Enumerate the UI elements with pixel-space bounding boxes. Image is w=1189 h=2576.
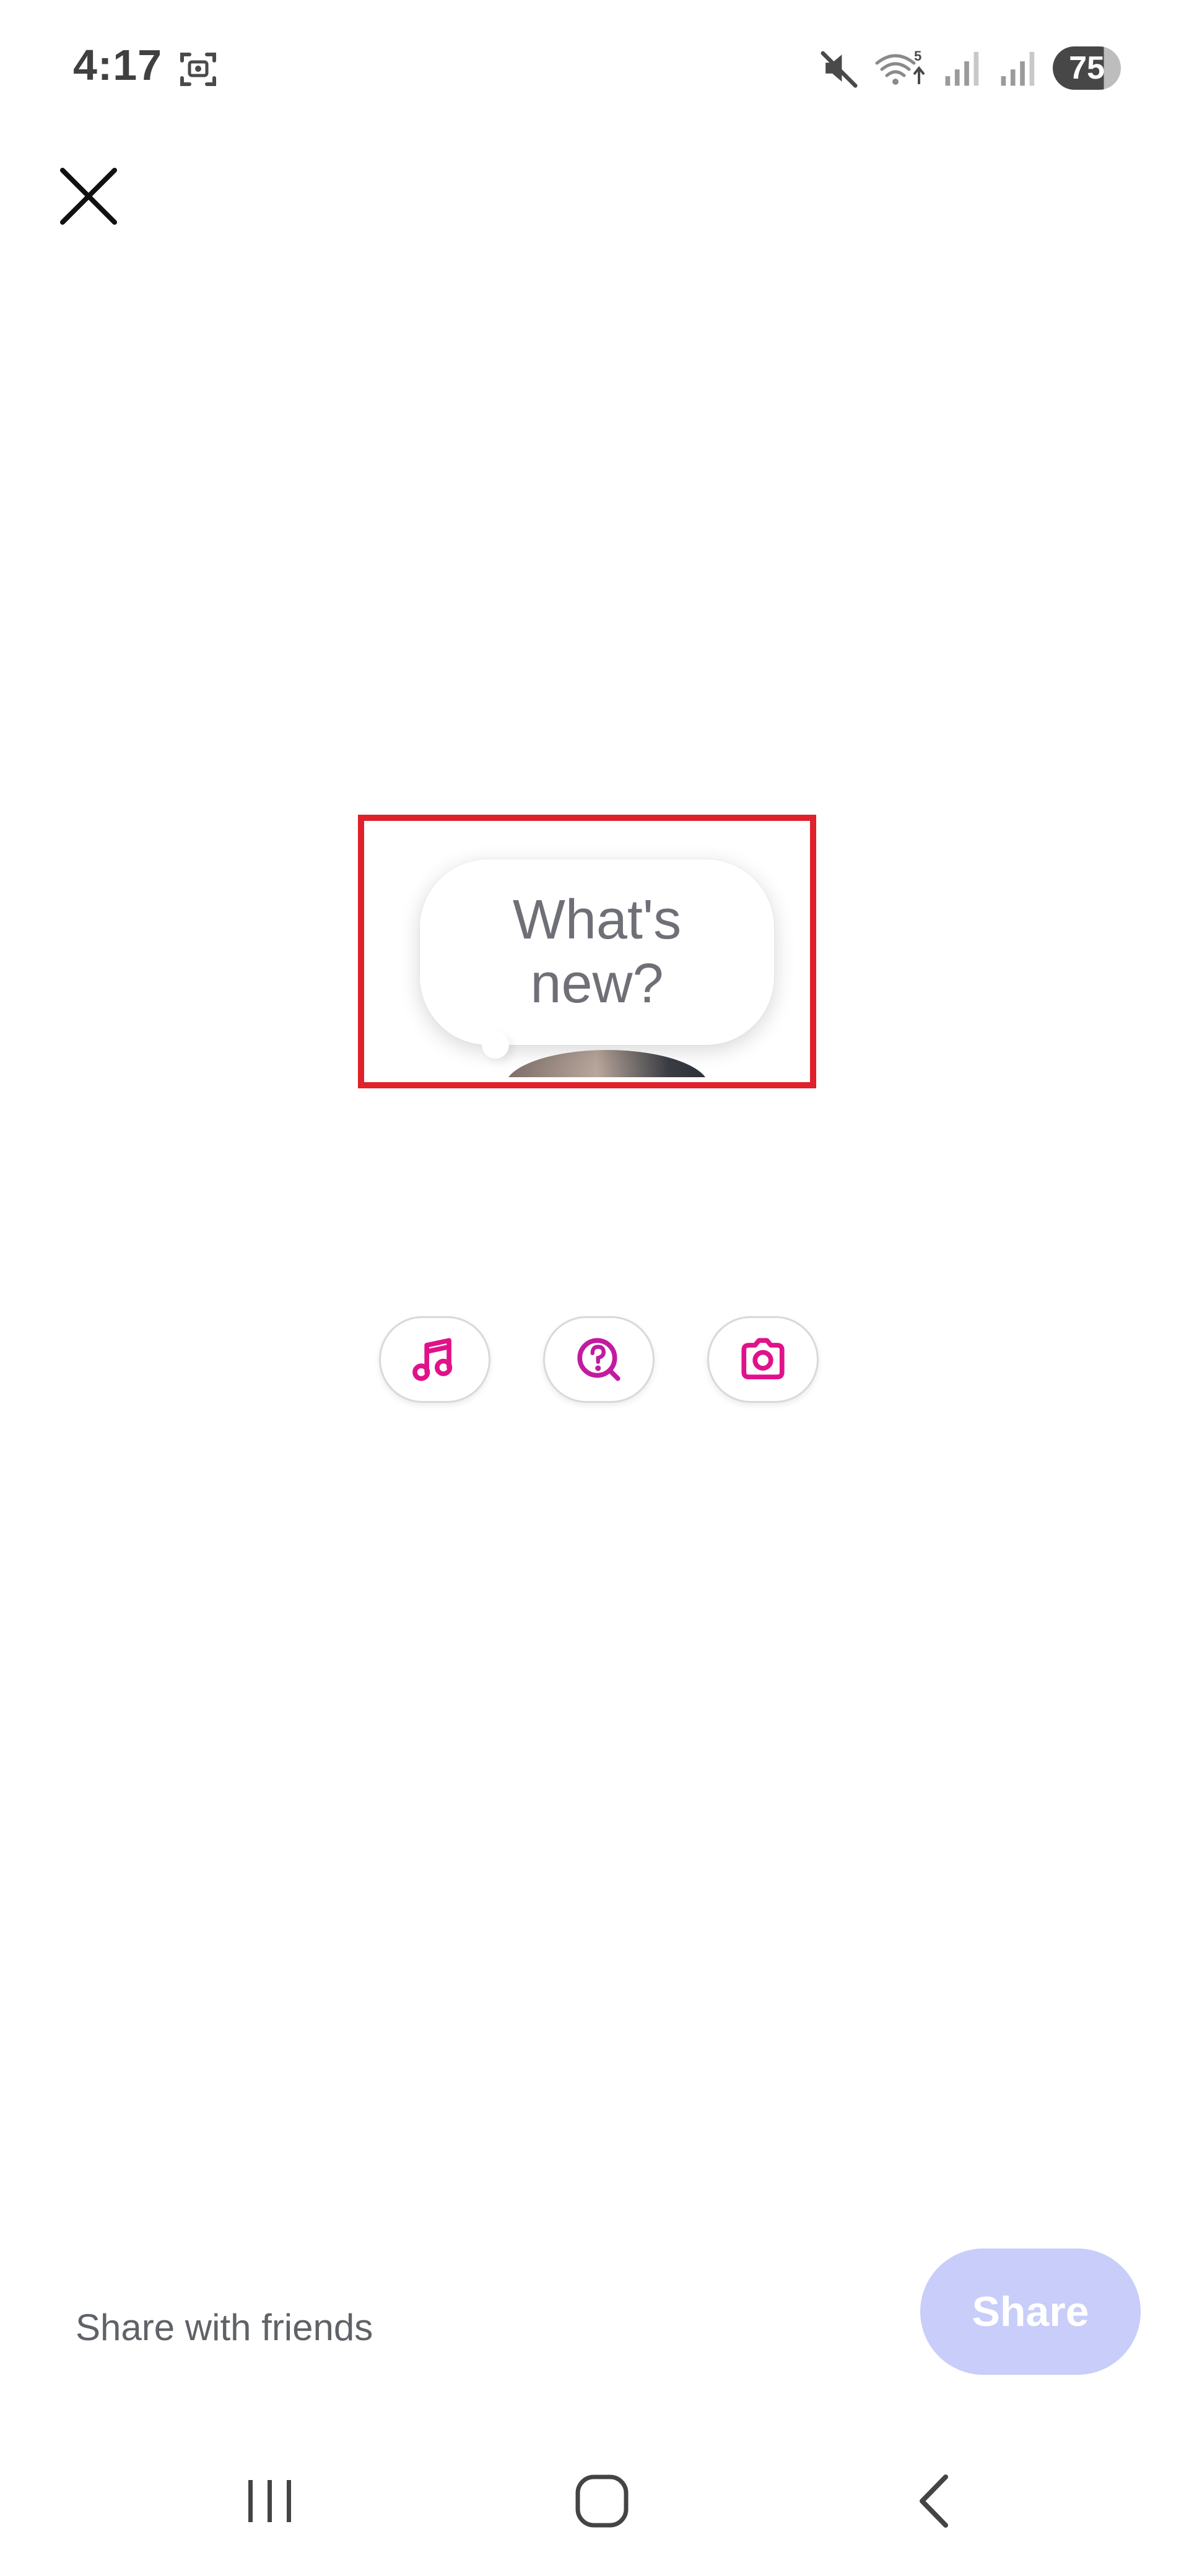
back-icon (920, 2474, 948, 2528)
mute-icon (821, 51, 858, 88)
ask-question-button[interactable] (543, 1316, 655, 1403)
add-photo-button[interactable] (707, 1316, 819, 1403)
camera-icon (741, 1338, 785, 1380)
share-button[interactable]: Share (920, 2249, 1141, 2375)
close-button[interactable] (54, 162, 123, 230)
home-button[interactable] (546, 2452, 658, 2551)
audience-selector[interactable]: Share with friends (76, 2306, 373, 2349)
add-music-button[interactable] (379, 1316, 490, 1403)
back-button[interactable] (878, 2452, 990, 2551)
system-navigation-bar (0, 2452, 1189, 2551)
wifi-icon: 5 (875, 48, 925, 85)
post-actions (379, 1316, 819, 1409)
question-bubble-icon (577, 1338, 621, 1381)
music-note-icon (412, 1338, 453, 1381)
recents-button[interactable] (214, 2452, 326, 2551)
close-icon (60, 168, 117, 225)
battery-indicator: 75 (1053, 46, 1121, 90)
home-icon (575, 2474, 629, 2528)
status-time: 4:17 (73, 41, 163, 89)
signal-icon (1001, 51, 1035, 86)
whats-new-placeholder: What's new? (512, 888, 682, 1015)
recents-icon (248, 2480, 291, 2522)
signal-icon (945, 51, 979, 86)
screen: 4:17 5 75 What's new? Share with friends… (0, 0, 1189, 2576)
status-icons: 5 75 (817, 46, 1121, 90)
svg-text:5: 5 (914, 48, 921, 64)
screenshot-icon (180, 53, 216, 86)
